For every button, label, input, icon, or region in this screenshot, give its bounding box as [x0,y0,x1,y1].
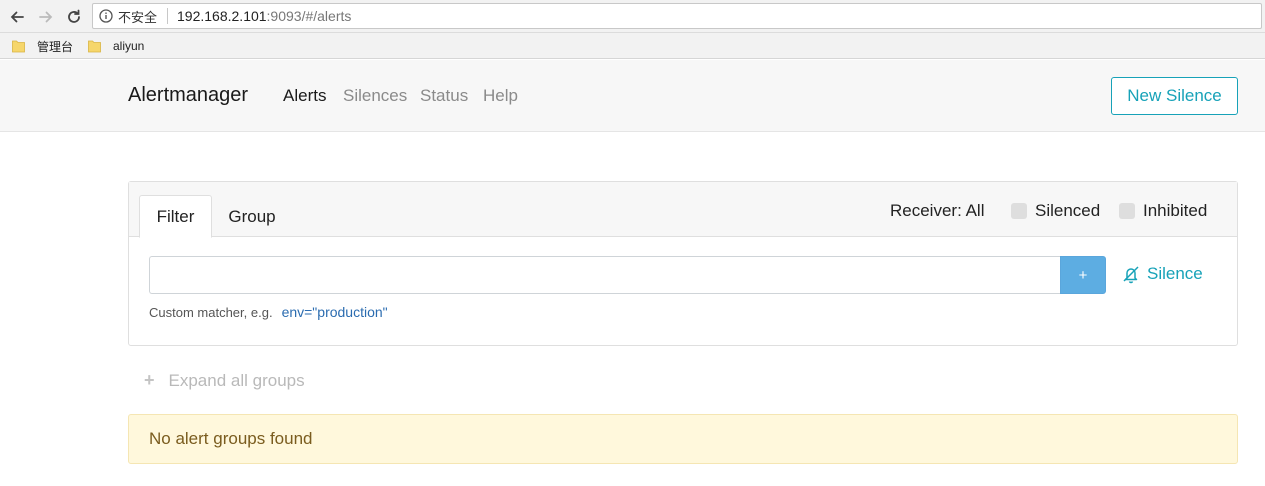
forward-button[interactable] [35,6,57,28]
receiver-selector[interactable]: Receiver: All [890,201,984,221]
nav-link-silences[interactable]: Silences [343,86,407,106]
arrow-left-icon [10,11,24,23]
alert-message-text: No alert groups found [149,429,313,448]
address-bar[interactable]: 不安全 192.168.2.101:9093/#/alerts [92,3,1262,29]
silenced-checkbox[interactable] [1011,203,1027,219]
security-label: 不安全 [118,9,158,25]
bookmark-label: aliyun [113,39,145,53]
brand-link[interactable]: Alertmanager [128,84,248,107]
bookmark-item[interactable]: aliyun [88,37,144,55]
url-host: 192.168.2.101 [177,8,267,24]
folder-icon [88,40,101,53]
app-navbar: Alertmanager Alerts Silences Status Help… [0,60,1265,132]
silence-link-label: Silence [1147,264,1203,283]
filter-card: Filter Group Receiver: All Silenced Inhi… [128,181,1238,346]
add-matcher-button[interactable]: + [1060,256,1106,294]
matcher-input[interactable] [149,256,1061,294]
nav-link-alerts[interactable]: Alerts [283,86,326,106]
info-icon [99,9,113,23]
inhibited-checkbox[interactable] [1119,203,1135,219]
silenced-toggle[interactable]: Silenced [1011,201,1100,221]
bell-slash-icon [1123,266,1139,284]
plus-icon: + [144,370,155,390]
tab-group[interactable]: Group [217,195,287,238]
bookmark-label: 管理台 [37,39,74,54]
bookmarks-bar: 管理台 aliyun [0,33,1265,59]
inhibited-toggle[interactable]: Inhibited [1119,201,1207,221]
address-separator [167,8,169,24]
help-example-matcher[interactable]: env="production" [282,304,388,320]
browser-toolbar: 不安全 192.168.2.101:9093/#/alerts [0,0,1265,33]
back-button[interactable] [6,6,28,28]
bookmark-item[interactable]: 管理台 [12,37,73,55]
inhibited-label: Inhibited [1143,201,1208,220]
help-prefix: Custom matcher, e.g. [149,305,273,320]
silence-link[interactable]: Silence [1121,264,1203,284]
silenced-label: Silenced [1035,201,1101,220]
reload-button[interactable] [63,6,85,28]
expand-all-label: Expand all groups [168,370,305,390]
no-alerts-message: No alert groups found [128,414,1238,464]
tab-filter[interactable]: Filter [139,195,212,238]
url-path: :9093/#/alerts [266,8,352,24]
folder-icon [12,40,25,53]
nav-link-status[interactable]: Status [420,86,468,106]
matcher-help-text: Custom matcher, e.g. env="production" [149,304,388,320]
arrow-right-icon [39,11,53,23]
reload-icon [68,9,80,23]
new-silence-button[interactable]: New Silence [1111,77,1238,115]
filter-card-header: Filter Group Receiver: All Silenced Inhi… [129,182,1237,238]
expand-all-groups-button[interactable]: + Expand all groups [144,370,305,391]
nav-link-help[interactable]: Help [483,86,518,106]
